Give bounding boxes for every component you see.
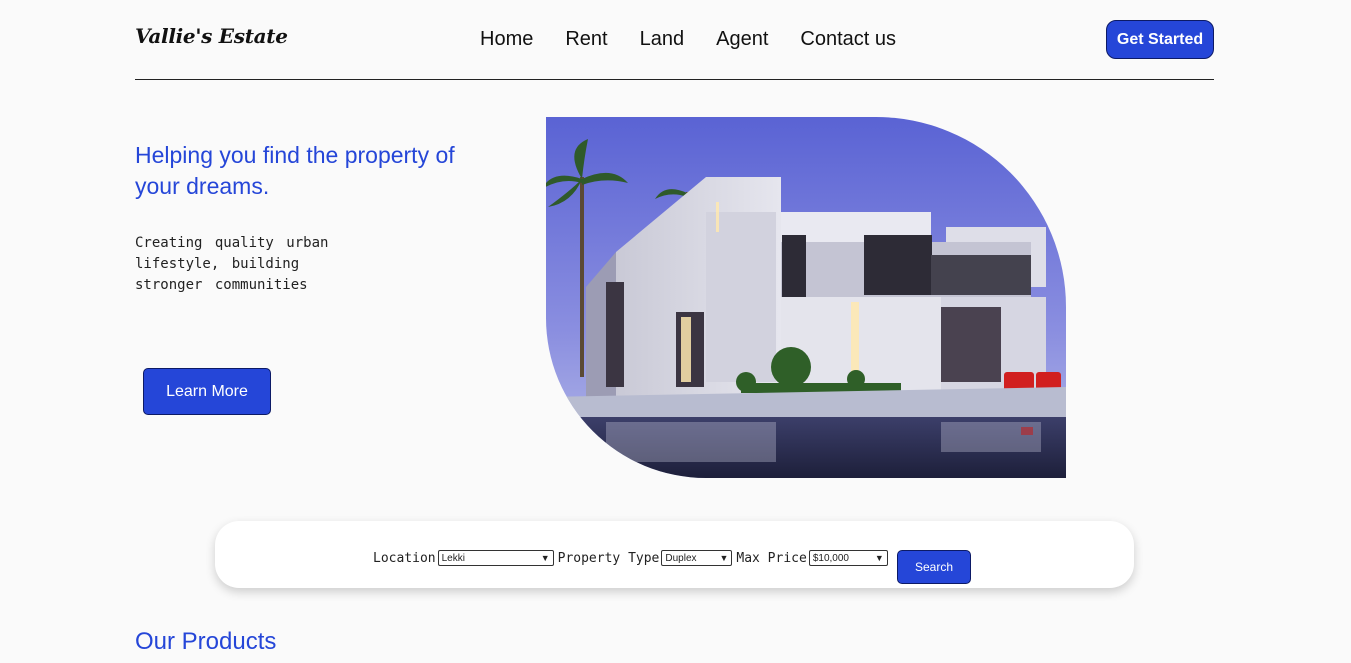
hero-subtitle: Creating quality urban lifestyle, buildi… [135, 233, 405, 296]
location-value: Lekki [441, 552, 465, 564]
property-type-value: Duplex [665, 552, 697, 564]
nav-home-link[interactable]: Home [480, 28, 533, 51]
nav-contact-link[interactable]: Contact us [800, 28, 896, 51]
max-price-value: $10,000 [812, 552, 849, 564]
max-price-select[interactable]: $10,000 ▼ [808, 550, 888, 566]
nav-agent-link[interactable]: Agent [716, 28, 768, 51]
nav-rent-link[interactable]: Rent [565, 28, 607, 51]
location-label: Location [373, 550, 436, 566]
learn-more-button[interactable]: Learn More [143, 368, 271, 415]
main-menu: Home Rent Land Agent Contact us [480, 28, 928, 51]
property-type-label: Property Type [557, 550, 660, 566]
search-button[interactable]: Search [897, 550, 971, 584]
location-select[interactable]: Lekki ▼ [437, 550, 554, 566]
hero-subtitle-line-2: stronger communities [135, 277, 308, 293]
top-nav: Vallie's Estate Home Rent Land Agent Con… [135, 0, 1214, 80]
nav-land-link[interactable]: Land [640, 28, 685, 51]
hero-house-image [546, 117, 1066, 478]
chevron-down-icon: ▼ [719, 553, 729, 563]
chevron-down-icon: ▼ [540, 553, 550, 563]
site-logo[interactable]: Vallie's Estate [135, 24, 288, 48]
house-illustration [546, 117, 1066, 478]
get-started-button[interactable]: Get Started [1106, 20, 1214, 59]
products-section-title: Our Products [135, 628, 277, 655]
hero-subtitle-line-1: Creating quality urban lifestyle, buildi… [135, 235, 329, 272]
property-type-select[interactable]: Duplex ▼ [661, 550, 733, 566]
search-form: Location Lekki ▼ Property Type Duplex ▼ … [373, 550, 892, 566]
property-search-card: Location Lekki ▼ Property Type Duplex ▼ … [215, 521, 1134, 588]
hero-title: Helping you find the property of your dr… [135, 142, 455, 199]
max-price-label: Max Price [736, 550, 807, 566]
chevron-down-icon: ▼ [874, 553, 884, 563]
